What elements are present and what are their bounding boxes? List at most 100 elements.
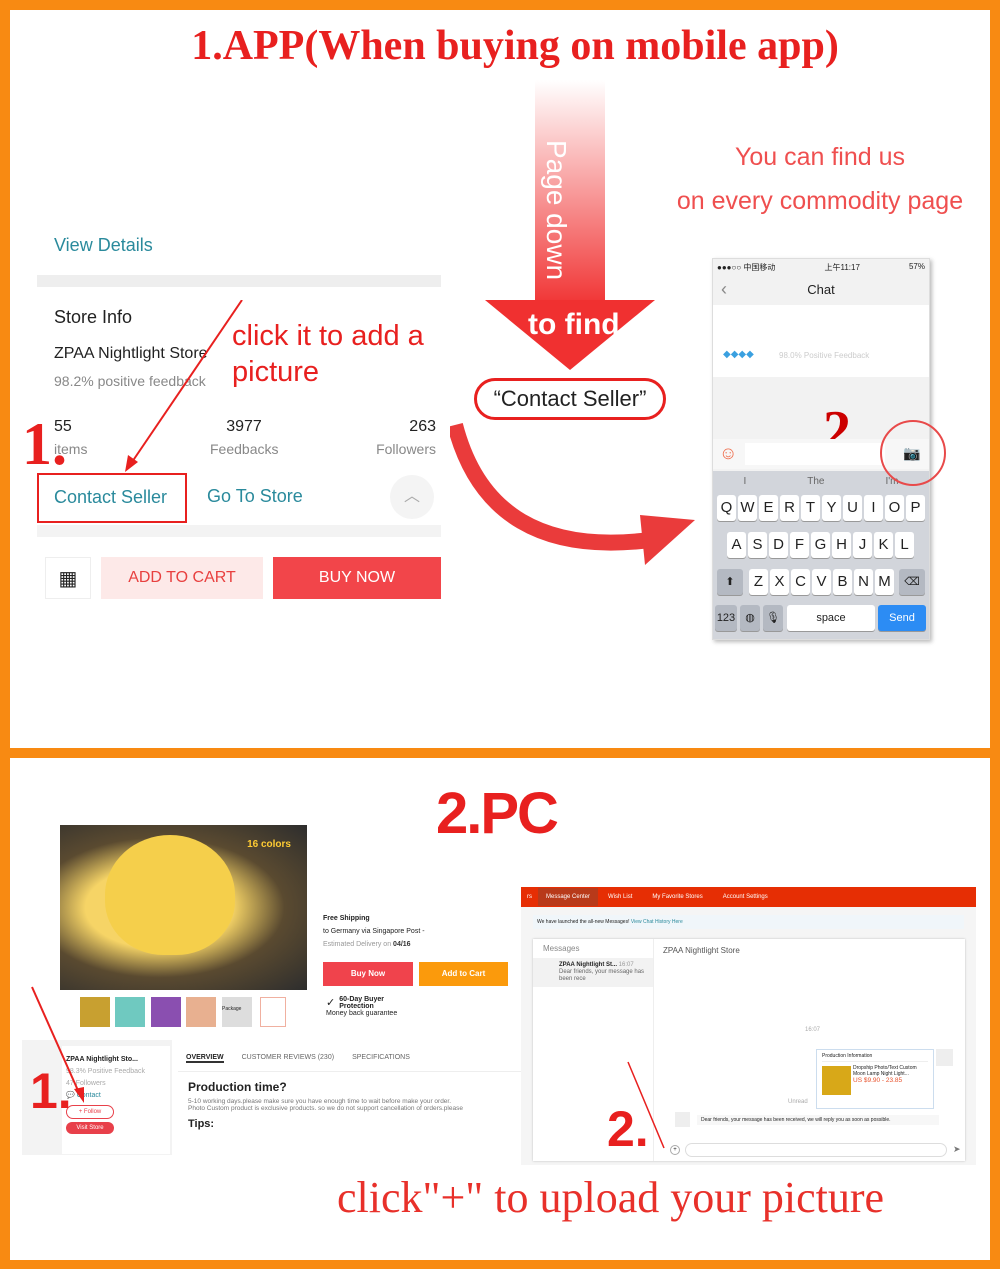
key-q[interactable]: Q [717, 495, 736, 521]
description-panel: OVERVIEW CUSTOMER REVIEWS (230) SPECIFIC… [178, 1046, 521, 1156]
shield-check-icon: ✓ [326, 997, 336, 1009]
key-c[interactable]: C [791, 569, 810, 595]
nav-item[interactable]: rs [521, 894, 538, 900]
nav-message-center[interactable]: Message Center [538, 888, 599, 906]
key-i[interactable]: I [864, 495, 883, 521]
nav-wish-list[interactable]: Wish List [598, 894, 642, 900]
key-f[interactable]: F [790, 532, 809, 558]
tabs: OVERVIEW CUSTOMER REVIEWS (230) SPECIFIC… [178, 1046, 521, 1072]
chat-store-title: ZPAA Nightlight Store [663, 946, 740, 955]
tab-specifications[interactable]: SPECIFICATIONS [352, 1054, 410, 1063]
messages-label: Messages [543, 944, 580, 953]
key-shift[interactable]: ⬆ [717, 569, 743, 595]
chat-input[interactable] [745, 443, 885, 465]
find-us-text: You can find us on every commodity page [660, 135, 980, 223]
delivery: Estimated Delivery on 04/16 [323, 938, 425, 951]
key-m[interactable]: M [875, 569, 894, 595]
carrier: ●●●○○ 中国移动 [717, 263, 776, 272]
diamond-icons: ◆◆◆◆ [723, 349, 754, 360]
chat-history-link[interactable]: View Chat History Here [631, 919, 683, 925]
key-a[interactable]: A [727, 532, 746, 558]
thumbnail-caption: Package [222, 1006, 242, 1012]
visit-store-button[interactable]: Visit Store [66, 1122, 114, 1134]
conversation-preview: Dear friends, your message has been rece [559, 969, 645, 982]
stat-label: Followers [376, 441, 436, 457]
suggestion[interactable]: The [807, 476, 824, 487]
key-space[interactable]: space [787, 605, 875, 631]
key-e[interactable]: E [759, 495, 778, 521]
key-t[interactable]: T [801, 495, 820, 521]
key-p[interactable]: P [906, 495, 925, 521]
key-s[interactable]: S [748, 532, 767, 558]
key-delete[interactable]: ⌫ [899, 569, 925, 595]
stat-followers: 263 Followers [370, 418, 436, 457]
notice-text: We have launched the all-new Messages! [537, 919, 630, 925]
key-g[interactable]: G [811, 532, 830, 558]
card-product: Dropship Photo/Text Custom Moon Lamp Nig… [853, 1065, 917, 1077]
key-k[interactable]: K [874, 532, 893, 558]
thumbnail[interactable] [186, 997, 216, 1027]
key-u[interactable]: U [843, 495, 862, 521]
key-y[interactable]: Y [822, 495, 841, 521]
divider [37, 525, 441, 537]
key-w[interactable]: W [738, 495, 757, 521]
avatar [675, 1112, 690, 1127]
chat-body: ◆◆◆◆ 98.0% Positive Feedback [713, 305, 929, 377]
key-x[interactable]: X [770, 569, 789, 595]
thumbnail[interactable]: Package [222, 997, 252, 1027]
key-mic[interactable]: 🎙 [763, 605, 783, 631]
thumbnail[interactable] [115, 997, 145, 1027]
key-b[interactable]: B [833, 569, 852, 595]
time: 上午11:17 [824, 263, 860, 272]
colors-badge: 16 colors [247, 839, 291, 850]
delivery-date: 04/16 [393, 941, 411, 948]
nav-account-settings[interactable]: Account Settings [713, 894, 778, 900]
nav-favorite-stores[interactable]: My Favorite Stores [642, 894, 712, 900]
key-send[interactable]: Send [878, 605, 926, 631]
thumbnail[interactable] [151, 997, 181, 1027]
annotation-arrow [31, 986, 84, 1103]
tab-customer-reviews[interactable]: CUSTOMER REVIEWS (230) [242, 1054, 334, 1063]
emoji-icon[interactable]: ☺ [719, 443, 737, 464]
tab-overview[interactable]: OVERVIEW [186, 1054, 224, 1063]
follow-button[interactable]: + Follow [66, 1105, 114, 1119]
curved-arrow [450, 422, 695, 565]
key-r[interactable]: R [780, 495, 799, 521]
buy-now-button[interactable]: BUY NOW [273, 557, 441, 599]
store-icon[interactable]: ▦ [45, 557, 91, 599]
go-to-store-button[interactable]: Go To Store [207, 486, 303, 507]
key-v[interactable]: V [812, 569, 831, 595]
conversation-item[interactable]: ZPAA Nightlight St... 16:07 Dear friends,… [533, 958, 653, 987]
key-l[interactable]: L [895, 532, 914, 558]
chevron-up-icon[interactable]: ︿ [390, 475, 434, 519]
key-n[interactable]: N [854, 569, 873, 595]
suggestion[interactable]: I [743, 476, 746, 487]
message-input[interactable] [685, 1143, 947, 1157]
add-to-cart-button[interactable]: ADD TO CART [101, 557, 263, 599]
key-z[interactable]: Z [749, 569, 768, 595]
product-card[interactable]: Production Information Dropship Photo/Te… [816, 1049, 934, 1109]
pc-add-to-cart-button[interactable]: Add to Cart [419, 962, 508, 986]
contact-seller-label: Contact Seller [54, 487, 168, 507]
key-123[interactable]: 123 [715, 605, 737, 631]
card-title: Production Information [822, 1053, 928, 1062]
shipping-title: Free Shipping [323, 915, 370, 922]
key-o[interactable]: O [885, 495, 904, 521]
contact-seller-button[interactable]: Contact Seller [37, 473, 187, 523]
key-globe[interactable]: ◍ [740, 605, 760, 631]
key-d[interactable]: D [769, 532, 788, 558]
step-1-label: 1. [22, 411, 67, 477]
chat-title: Chat [807, 282, 835, 297]
send-icon[interactable]: ➤ [953, 1144, 961, 1155]
thumbnail[interactable] [260, 997, 286, 1027]
view-details-link[interactable]: View Details [54, 235, 153, 256]
to-find-text: to find [528, 308, 620, 341]
key-j[interactable]: J [853, 532, 872, 558]
buyer-protection: ✓ 60-Day Buyer Protection Money back guara… [326, 996, 407, 1017]
product-image[interactable]: 16 colors [60, 825, 307, 990]
protection-title: 60-Day Buyer Protection [339, 996, 384, 1010]
pc-buy-now-button[interactable]: Buy Now [323, 962, 413, 986]
conversation-name: ZPAA Nightlight St... [559, 962, 617, 968]
key-h[interactable]: H [832, 532, 851, 558]
protection-sub: Money back guarantee [326, 1010, 398, 1017]
